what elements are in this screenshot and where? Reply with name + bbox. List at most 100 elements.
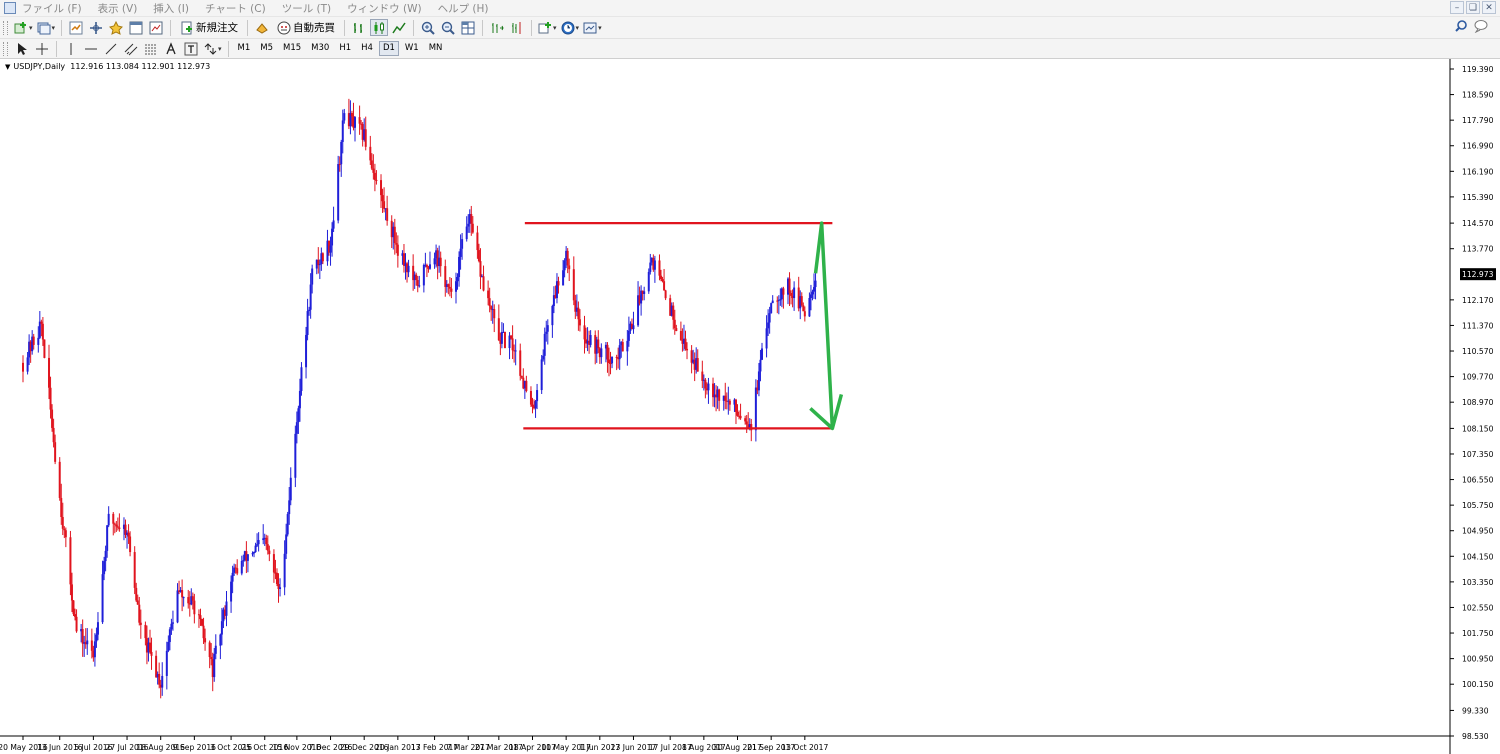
timeframe-h1[interactable]: H1	[335, 41, 355, 56]
line-chart-button[interactable]	[390, 19, 408, 36]
candle-body	[577, 307, 580, 320]
candle-body	[428, 264, 431, 269]
zoom-in-button[interactable]	[419, 19, 437, 36]
auto-trading-button[interactable]: 自動売買	[273, 19, 339, 36]
search-button[interactable]	[1454, 19, 1468, 36]
candle-body	[86, 640, 89, 645]
chart-window[interactable]: 119.390 118.590 117.790 116.990 116.190 115.3…	[0, 59, 1500, 754]
collapse-triangle-icon[interactable]: ▼	[5, 63, 10, 71]
market-watch-button[interactable]	[67, 19, 85, 36]
candle-body	[230, 581, 233, 602]
horizontal-line-button[interactable]	[82, 40, 100, 57]
fibonacci-button[interactable]	[142, 40, 160, 57]
candlestick-button[interactable]	[370, 19, 389, 36]
timeframe-m30[interactable]: M30	[307, 41, 333, 56]
menu-charts[interactable]: チャート (C)	[205, 1, 266, 16]
candle-body	[660, 275, 663, 280]
terminal-button[interactable]	[127, 19, 145, 36]
candle-body	[664, 290, 667, 299]
candle-body	[113, 523, 116, 525]
candle-body	[488, 298, 491, 307]
candle-body	[197, 614, 200, 616]
timeframe-m5[interactable]: M5	[256, 41, 277, 56]
strategy-tester-button[interactable]	[147, 19, 165, 36]
templates-button[interactable]: ▾	[582, 19, 603, 36]
menu-window[interactable]: ウィンドウ (W)	[347, 1, 421, 16]
chevron-down-icon: ▾	[553, 23, 557, 32]
price-tick-label: 100.150	[1462, 680, 1494, 689]
timeframe-w1[interactable]: W1	[401, 41, 423, 56]
candle-body	[606, 344, 609, 360]
menu-file[interactable]: ファイル (F)	[22, 1, 82, 16]
price-tick-label: 108.150	[1462, 424, 1494, 433]
menu-insert[interactable]: 挿入 (I)	[153, 1, 189, 16]
bar-chart-button[interactable]	[350, 19, 368, 36]
meta-editor-button[interactable]	[253, 19, 271, 36]
restore-button[interactable]: ❏	[1466, 1, 1480, 14]
candle-body	[170, 623, 173, 630]
vertical-line-button[interactable]	[62, 40, 80, 57]
candle-body	[563, 260, 566, 271]
crosshair-button[interactable]	[33, 40, 51, 57]
chevron-down-icon: ▾	[218, 44, 222, 53]
candle-body	[340, 141, 343, 165]
toolbar-separator	[56, 40, 57, 57]
new-order-button[interactable]: 新規注文	[176, 19, 242, 36]
minimize-button[interactable]: –	[1450, 1, 1464, 14]
indicators-button[interactable]: ▾	[537, 19, 558, 36]
candle-body	[511, 338, 514, 351]
candle-body	[407, 265, 410, 273]
zoom-out-button[interactable]	[439, 19, 457, 36]
candle-body	[138, 604, 141, 623]
candle-body	[782, 288, 785, 295]
forecast-arrow[interactable]	[813, 221, 835, 429]
timeframe-h4[interactable]: H4	[357, 41, 377, 56]
candle-body	[308, 309, 311, 312]
candle-body	[74, 614, 77, 617]
menu-tools[interactable]: ツール (T)	[282, 1, 331, 16]
timeframe-m15[interactable]: M15	[279, 41, 305, 56]
timeframe-d1[interactable]: D1	[378, 41, 399, 56]
candle-body	[479, 261, 482, 277]
candle-body	[214, 645, 217, 654]
autoscroll-icon	[492, 22, 504, 33]
candle-body	[283, 553, 286, 588]
timeframe-m1[interactable]: M1	[234, 41, 255, 56]
menu-help[interactable]: ヘルプ (H)	[438, 1, 489, 16]
cursor-button[interactable]	[13, 40, 31, 57]
equidistant-channel-button[interactable]	[122, 40, 140, 57]
candle-body	[433, 258, 436, 265]
candle-body	[272, 554, 275, 573]
candle-body	[500, 331, 503, 344]
arrows-button[interactable]: ▾	[202, 40, 223, 57]
candle-body	[150, 651, 153, 656]
profiles-button[interactable]: ▾	[36, 19, 57, 36]
toolbar-grip[interactable]	[3, 20, 8, 35]
trendline-button[interactable]	[102, 40, 120, 57]
meta-editor-icon	[256, 22, 268, 34]
text-label-button[interactable]	[182, 40, 200, 57]
close-button[interactable]: ✕	[1482, 1, 1496, 14]
chart-shift-button[interactable]	[508, 19, 526, 36]
new-chart-button[interactable]: ▾	[13, 19, 34, 36]
candle-body	[536, 390, 539, 402]
candle-body	[793, 287, 796, 299]
menu-view[interactable]: 表示 (V)	[98, 1, 138, 16]
chevron-down-icon: ▾	[51, 23, 56, 32]
toolbar-grip[interactable]	[3, 41, 8, 56]
candle-body	[396, 244, 399, 256]
periods-button[interactable]: ▾	[560, 19, 581, 36]
candlestick-icon	[374, 21, 385, 34]
chat-button[interactable]	[1474, 19, 1490, 36]
candle-body	[418, 285, 421, 287]
candle-body	[658, 260, 661, 276]
search-icon	[1455, 20, 1467, 32]
tile-windows-button[interactable]	[459, 19, 477, 36]
timeframe-mn[interactable]: MN	[425, 41, 447, 56]
navigator-button[interactable]	[107, 19, 125, 36]
text-button[interactable]	[162, 40, 180, 57]
autoscroll-button[interactable]	[488, 19, 506, 36]
data-window-button[interactable]	[87, 19, 105, 36]
price-chart[interactable]: 119.390 118.590 117.790 116.990 116.190 115.3…	[0, 59, 1500, 754]
candle-body	[240, 561, 243, 574]
